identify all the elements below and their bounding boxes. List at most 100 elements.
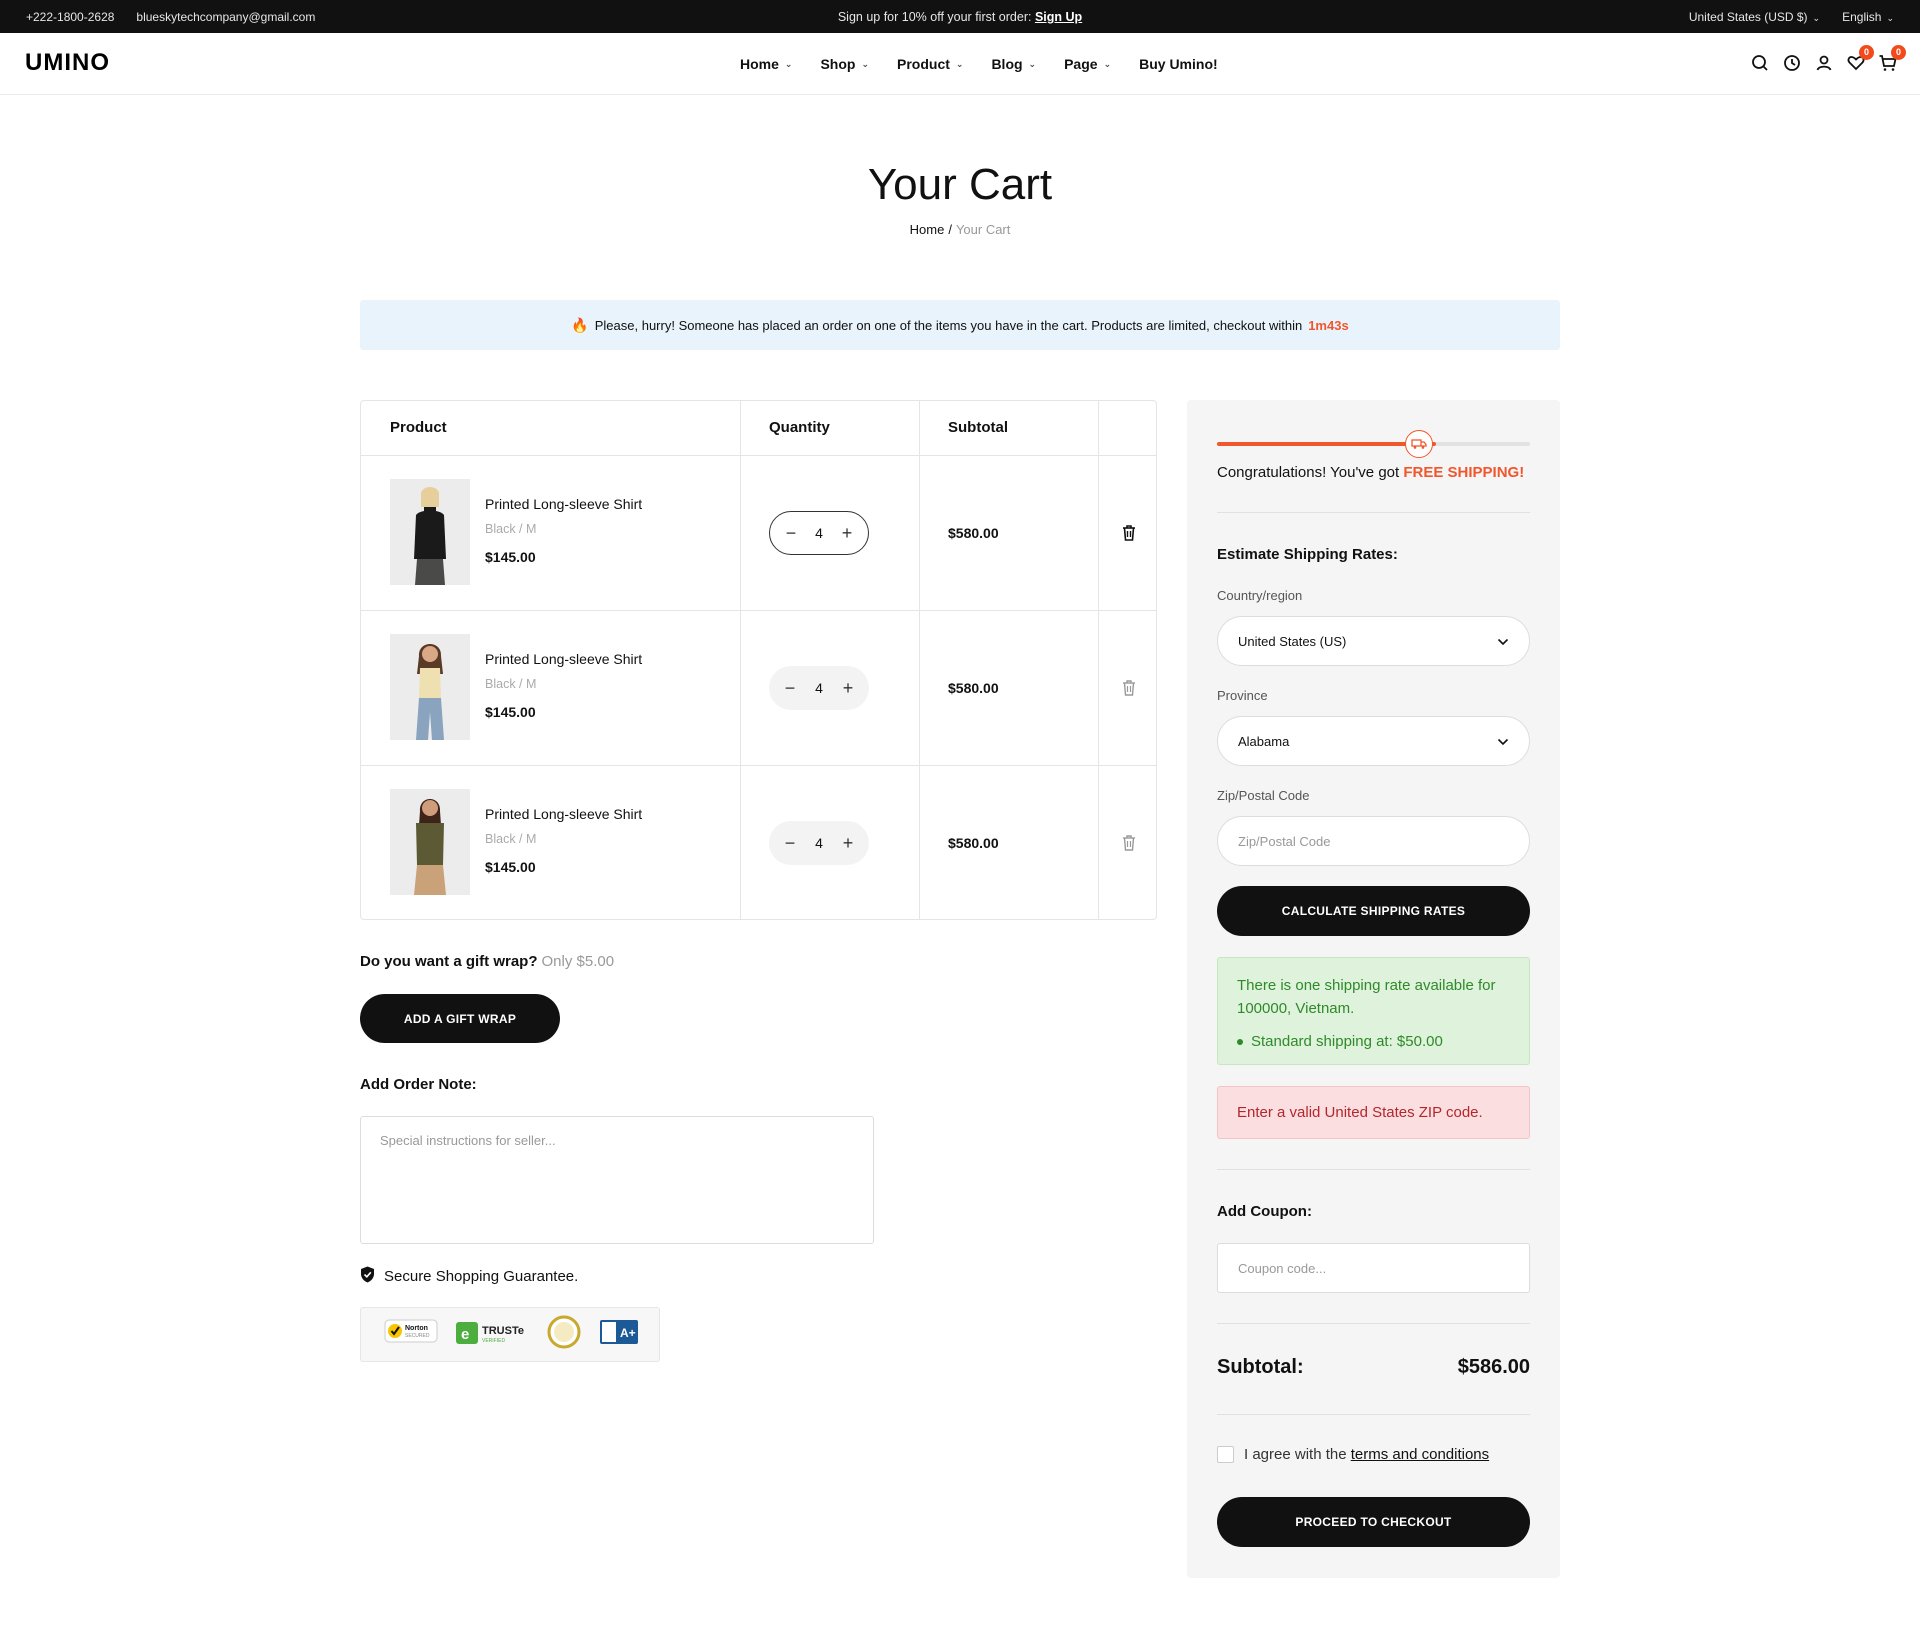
coupon-input[interactable]: Coupon code... <box>1217 1243 1530 1293</box>
nav-item-shop[interactable]: Shop ⌄ <box>820 56 869 72</box>
order-note-textarea[interactable]: Special instructions for seller... <box>360 1116 874 1244</box>
shipping-rate-success-message: There is one shipping rate available for… <box>1217 957 1530 1065</box>
plus-icon[interactable]: + <box>841 834 855 852</box>
currency-label: United States (USD $) <box>1688 10 1808 24</box>
nav-item-label: Buy Umino! <box>1139 56 1218 72</box>
nav-item-buy-umino[interactable]: Buy Umino! <box>1139 56 1218 72</box>
column-header-subtotal: Subtotal <box>948 419 1008 436</box>
svg-text:SECURED: SECURED <box>405 1333 430 1339</box>
truck-icon <box>1405 430 1433 458</box>
logo[interactable]: UMINO <box>25 49 110 77</box>
plus-icon[interactable]: + <box>840 524 854 542</box>
proceed-to-checkout-button[interactable]: PROCEED TO CHECKOUT <box>1217 1497 1530 1547</box>
promo-text: Sign up for 10% off your first order: <box>837 10 1035 24</box>
province-select[interactable]: Alabama <box>1217 716 1530 766</box>
plus-icon[interactable]: + <box>841 679 855 697</box>
order-note-label: Add Order Note: <box>360 1076 477 1093</box>
zip-error-text: Enter a valid United States ZIP code. <box>1237 1104 1483 1121</box>
language-label: English <box>1842 10 1882 24</box>
breadcrumb-separator: / <box>948 222 952 237</box>
gift-wrap-price: Only $5.00 <box>541 953 615 970</box>
chevron-down-icon: ⌄ <box>955 58 964 69</box>
trash-icon[interactable] <box>1121 679 1137 697</box>
province-label: Province <box>1217 688 1268 703</box>
line-subtotal: $580.00 <box>948 680 999 696</box>
nav-item-label: Page <box>1064 56 1098 72</box>
secure-guarantee: Secure Shopping Guarantee. <box>360 1266 578 1287</box>
shield-check-icon <box>360 1266 375 1287</box>
minus-icon[interactable]: − <box>784 524 798 542</box>
product-thumbnail[interactable] <box>390 789 470 895</box>
zip-input[interactable]: Zip/Postal Code <box>1217 816 1530 866</box>
subtotal-label: Subtotal: <box>1217 1356 1304 1378</box>
add-gift-wrap-button[interactable]: ADD A GIFT WRAP <box>360 994 560 1043</box>
terms-link[interactable]: terms and conditions <box>1351 1446 1489 1463</box>
column-header-product: Product <box>390 419 447 436</box>
norton-badge: Norton SECURED <box>384 1317 438 1352</box>
user-icon[interactable] <box>1814 53 1834 73</box>
product-variant: Black / M <box>485 832 537 846</box>
urgency-text: Please, hurry! Someone has placed an ord… <box>594 317 1303 333</box>
nav-item-blog[interactable]: Blog ⌄ <box>991 56 1036 72</box>
trust-badges: Norton SECURED e TRUSTe VERIFIED A+ <box>360 1307 660 1362</box>
search-icon[interactable] <box>1750 53 1770 73</box>
trash-icon[interactable] <box>1121 834 1137 852</box>
free-shipping-highlight: FREE SHIPPING! <box>1403 464 1525 481</box>
nav-item-page[interactable]: Page ⌄ <box>1064 56 1111 72</box>
terms-checkbox[interactable] <box>1217 1446 1234 1463</box>
quantity-value[interactable]: 4 <box>815 680 823 696</box>
calculate-shipping-button[interactable]: CALCULATE SHIPPING RATES <box>1217 886 1530 936</box>
quantity-value[interactable]: 4 <box>815 525 823 541</box>
country-select[interactable]: United States (US) <box>1217 616 1530 666</box>
product-name[interactable]: Printed Long-sleeve Shirt <box>485 496 642 512</box>
cart-row: Printed Long-sleeve Shirt Black / M $145… <box>361 456 1158 611</box>
shipping-rate-text: There is one shipping rate available for… <box>1237 977 1496 1017</box>
product-thumbnail[interactable] <box>390 634 470 740</box>
minus-icon[interactable]: − <box>783 834 797 852</box>
product-variant: Black / M <box>485 522 537 536</box>
product-name[interactable]: Printed Long-sleeve Shirt <box>485 806 642 822</box>
cart-count-badge: 0 <box>1891 45 1906 60</box>
nav-item-label: Home <box>740 56 779 72</box>
product-variant: Black / M <box>485 677 537 691</box>
cart-table: Product Quantity Subtotal Printed Long-s… <box>360 400 1157 920</box>
country-value: United States (US) <box>1238 633 1347 649</box>
quantity-stepper: − 4 + <box>769 821 869 865</box>
currency-selector[interactable]: United States (USD $) ⌄ <box>1689 10 1820 24</box>
wishlist-icon[interactable]: 0 <box>1846 45 1874 73</box>
gift-wrap-question: Do you want a gift wrap? Only $5.00 <box>360 953 614 970</box>
line-subtotal: $580.00 <box>948 525 999 541</box>
progress-fill <box>1217 442 1437 446</box>
chevron-down-icon: ⌄ <box>1812 13 1821 23</box>
divider <box>1217 512 1530 513</box>
countdown-timer: 1m43s <box>1308 317 1349 333</box>
product-thumbnail[interactable] <box>390 479 470 585</box>
language-selector[interactable]: English ⌄ <box>1842 10 1894 24</box>
urgency-banner: 🔥 Please, hurry! Someone has placed an o… <box>360 300 1560 350</box>
minus-icon[interactable]: − <box>783 679 797 697</box>
quantity-value[interactable]: 4 <box>815 835 823 851</box>
top-bar: +222-1800-2628 blueskytechcompany@gmail.… <box>0 0 1920 33</box>
main-nav: Home ⌄ Shop ⌄ Product ⌄ Blog ⌄ Page ⌄ Buy Umi… <box>740 56 1246 72</box>
chevron-down-icon: ⌄ <box>1103 58 1112 69</box>
cart-icon[interactable]: 0 <box>1878 45 1906 73</box>
page-title: Your Cart <box>867 160 1053 209</box>
bbb-badge: A+ <box>600 1318 640 1351</box>
chevron-down-icon: ⌄ <box>861 58 869 69</box>
product-price: $145.00 <box>485 859 536 875</box>
breadcrumb-home-link[interactable]: Home <box>910 222 945 237</box>
subtotal-value: $586.00 <box>1457 1356 1530 1378</box>
chevron-down-icon: ⌄ <box>784 58 793 69</box>
sign-up-link[interactable]: Sign Up <box>1035 10 1082 24</box>
nav-item-label: Product <box>897 56 950 72</box>
product-name[interactable]: Printed Long-sleeve Shirt <box>485 651 642 667</box>
nav-item-product[interactable]: Product ⌄ <box>897 56 963 72</box>
svg-text:A+: A+ <box>620 1326 636 1340</box>
nav-item-home[interactable]: Home ⌄ <box>740 56 792 72</box>
country-label: Country/region <box>1217 588 1303 603</box>
product-price: $145.00 <box>485 704 536 720</box>
divider <box>1217 1414 1530 1415</box>
history-icon[interactable] <box>1782 53 1802 73</box>
breadcrumb-current: Your Cart <box>955 222 1011 237</box>
trash-icon[interactable] <box>1121 524 1137 542</box>
